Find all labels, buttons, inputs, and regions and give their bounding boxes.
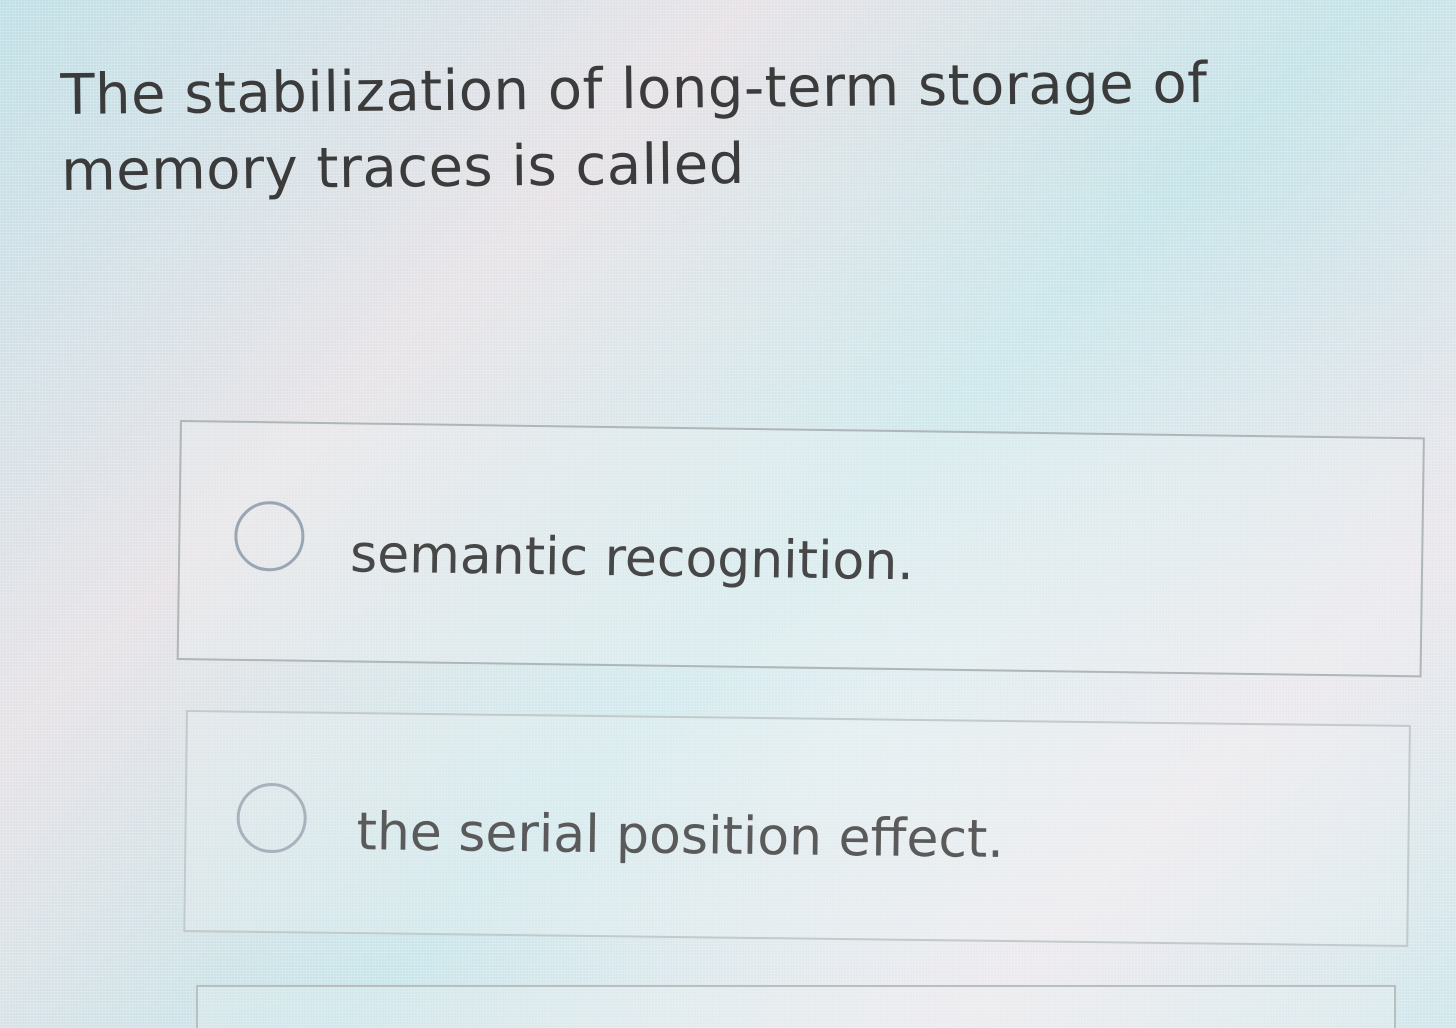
- radio-unselected-icon[interactable]: [233, 500, 305, 572]
- answer-option-label: semantic recognition.: [349, 524, 915, 593]
- answer-option-serial-position-effect[interactable]: the serial position effect.: [183, 710, 1411, 947]
- answer-option-semantic-recognition[interactable]: semantic recognition.: [176, 420, 1425, 678]
- answer-option-partial[interactable]: [196, 985, 1396, 1028]
- screen: The stabilization of long-term storage o…: [0, 0, 1456, 1028]
- question-text: The stabilization of long-term storage o…: [60, 50, 1208, 204]
- answer-option-label: the serial position effect.: [356, 802, 1005, 870]
- radio-unselected-icon[interactable]: [236, 782, 308, 854]
